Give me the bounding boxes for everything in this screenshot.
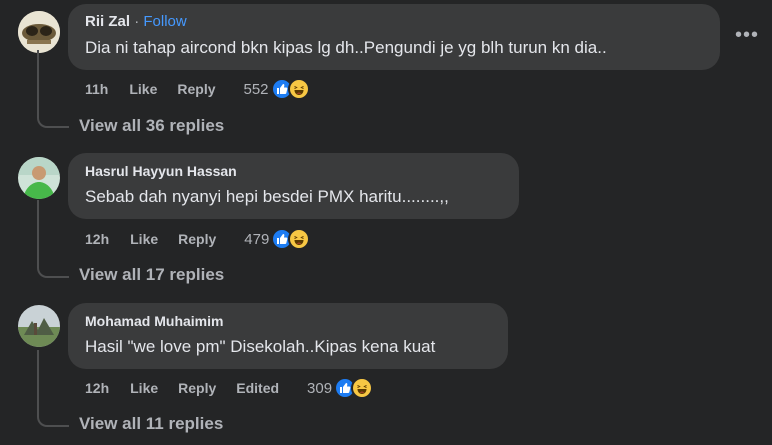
- reaction-count[interactable]: 552: [244, 81, 269, 98]
- avatar[interactable]: [18, 11, 60, 53]
- commenter-name[interactable]: Rii Zal: [85, 13, 130, 30]
- thread-connector: [37, 200, 69, 278]
- commenter-name[interactable]: Mohamad Muhaimim: [85, 311, 496, 331]
- reaction-count[interactable]: 309: [307, 380, 332, 397]
- view-replies-link[interactable]: View all 11 replies: [79, 414, 223, 434]
- timestamp[interactable]: 12h: [85, 231, 109, 247]
- reply-button[interactable]: Reply: [178, 231, 216, 247]
- comment-text: Hasil "we love pm" Disekolah..Kipas kena…: [85, 337, 436, 356]
- haha-reaction-icon: [287, 78, 310, 100]
- reply-button[interactable]: Reply: [177, 81, 215, 97]
- comment-text: Dia ni tahap aircond bkn kipas lg dh..Pe…: [85, 38, 607, 57]
- reactions[interactable]: [271, 228, 311, 250]
- like-button[interactable]: Like: [130, 231, 158, 247]
- reactions[interactable]: [334, 377, 374, 399]
- name-separator: ·: [134, 13, 140, 30]
- comment-actions: 12h Like Reply 479: [85, 227, 311, 251]
- comment-bubble: Rii Zal · Follow Dia ni tahap aircond bk…: [68, 4, 720, 70]
- timestamp[interactable]: 11h: [85, 81, 108, 97]
- comment-text: Sebab dah nyanyi hepi besdei PMX haritu.…: [85, 187, 449, 206]
- timestamp[interactable]: 12h: [85, 380, 109, 396]
- more-options-button[interactable]: •••: [735, 25, 759, 45]
- view-replies-link[interactable]: View all 17 replies: [79, 265, 224, 285]
- like-button[interactable]: Like: [130, 380, 158, 396]
- edited-label[interactable]: Edited: [236, 380, 279, 396]
- comment-bubble: Hasrul Hayyun Hassan Sebab dah nyanyi he…: [68, 153, 519, 219]
- reactions[interactable]: [270, 78, 310, 100]
- haha-reaction-icon: [288, 228, 311, 250]
- reply-button[interactable]: Reply: [178, 380, 216, 396]
- avatar[interactable]: [18, 157, 60, 199]
- like-button[interactable]: Like: [129, 81, 157, 97]
- comment-bubble: Mohamad Muhaimim Hasil "we love pm" Dise…: [68, 303, 508, 369]
- commenter-name[interactable]: Hasrul Hayyun Hassan: [85, 161, 507, 181]
- comment-actions: 11h Like Reply 552: [85, 77, 310, 101]
- thread-connector: [37, 350, 69, 427]
- thread-connector: [37, 50, 69, 128]
- comment-actions: 12h Like Reply Edited 309: [85, 376, 374, 400]
- reaction-count[interactable]: 479: [244, 231, 269, 248]
- view-replies-link[interactable]: View all 36 replies: [79, 116, 224, 136]
- avatar[interactable]: [18, 305, 60, 347]
- follow-button[interactable]: Follow: [143, 13, 186, 30]
- haha-reaction-icon: [351, 377, 374, 399]
